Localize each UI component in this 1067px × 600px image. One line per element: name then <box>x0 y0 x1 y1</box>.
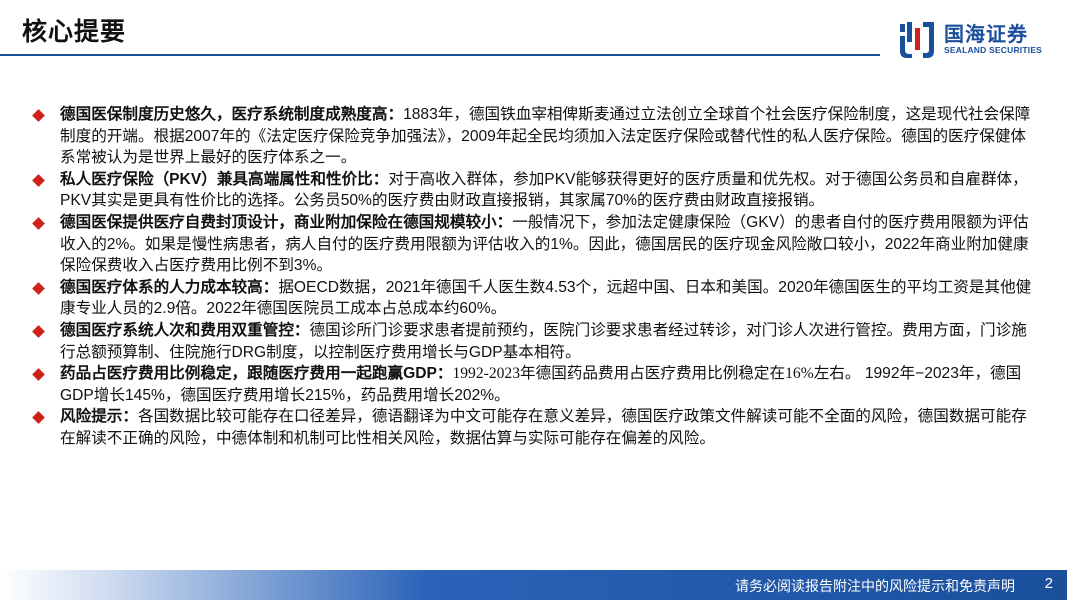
key-point-lead: 风险提示： <box>60 408 138 426</box>
key-point: 风险提示：各国数据比较可能存在口径差异，德语翻译为中文可能存在意义差异，德国医疗… <box>30 406 1040 449</box>
diamond-bullet-icon <box>32 217 45 230</box>
key-point: 私人医疗保险（PKV）兼具高端属性和性价比：对于高收入群体，参加PKV能够获得更… <box>30 169 1040 212</box>
footer-disclaimer: 请务必阅读报告附注中的风险提示和免责声明 <box>735 578 1015 594</box>
key-point: 德国医保提供医疗自费封顶设计，商业附加保险在德国规模较小：一般情况下，参加法定健… <box>30 212 1040 277</box>
company-logo: 国海证券 SEALAND SECURITIES <box>898 18 1058 62</box>
key-point: 德国医疗系统人次和费用双重管控：德国诊所门诊要求患者提前预约，医院门诊要求患者经… <box>30 320 1040 363</box>
key-point-lead: 私人医疗保险（PKV）兼具高端属性和性价比： <box>60 170 389 188</box>
page-title: 核心提要 <box>22 18 127 46</box>
diamond-bullet-icon <box>32 325 45 338</box>
title-divider <box>0 54 880 56</box>
key-point-lead: 德国医疗体系的人力成本较高： <box>60 278 279 296</box>
key-points-list: 德国医保制度历史悠久，医疗系统制度成熟度高：1883年，德国铁血宰相俾斯麦通过立… <box>30 104 1040 450</box>
key-point-lead: 德国医保提供医疗自费封顶设计，商业附加保险在德国规模较小： <box>60 213 513 231</box>
diamond-bullet-icon <box>32 411 45 425</box>
key-point-lead: 德国医疗系统人次和费用双重管控： <box>60 321 310 339</box>
diamond-bullet-icon <box>32 173 45 187</box>
key-point: 药品占医疗费用比例稳定，跟随医疗费用一起跑赢GDP：1992-2023年德国药品… <box>30 363 1040 406</box>
sealand-logo-icon <box>900 22 934 58</box>
key-point-text: 各国数据比较可能存在口径差异，德语翻译为中文可能存在意义差异，德国医疗政策文件解… <box>60 408 1027 447</box>
logo-name-cn: 国海证券 <box>944 24 1028 46</box>
key-point-text-serif: 1992-2023年德国药品费用占医疗费用比例稳定在16%左右。 <box>452 365 861 383</box>
key-point-lead: 药品占医疗费用比例稳定，跟随医疗费用一起跑赢GDP： <box>60 365 453 383</box>
footer-bar: 请务必阅读报告附注中的风险提示和免责声明 2 <box>0 570 1067 600</box>
diamond-bullet-icon <box>32 109 45 122</box>
page-number: 2 <box>1044 575 1053 592</box>
logo-name-en: SEALAND SECURITIES <box>944 45 1043 55</box>
key-point: 德国医保制度历史悠久，医疗系统制度成熟度高：1883年，德国铁血宰相俾斯麦通过立… <box>30 104 1040 169</box>
diamond-bullet-icon <box>32 368 45 381</box>
key-point-lead: 德国医保制度历史悠久，医疗系统制度成熟度高： <box>60 106 404 123</box>
diamond-bullet-icon <box>32 281 45 295</box>
key-point: 德国医疗体系的人力成本较高：据OECD数据，2021年德国千人医生数4.53个，… <box>30 277 1040 320</box>
